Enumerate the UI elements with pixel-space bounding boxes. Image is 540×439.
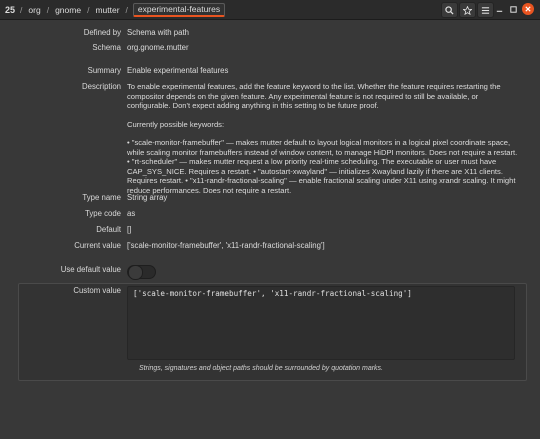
- path-separator: /: [46, 4, 50, 15]
- type-name-label: Type name: [82, 193, 121, 202]
- default-value: []: [127, 225, 132, 234]
- toggle-knob: [128, 265, 143, 280]
- current-value-value: ['scale-monitor-framebuffer', 'x11-randr…: [127, 241, 325, 250]
- path-segment-experimental-features[interactable]: experimental-features: [132, 2, 226, 17]
- custom-value-input[interactable]: ['scale-monitor-framebuffer', 'x11-randr…: [127, 286, 515, 360]
- breadcrumb: 25 / org / gnome / mutter / experimental…: [5, 2, 226, 17]
- description-paragraph: Currently possible keywords:: [127, 119, 225, 129]
- path-segment-org[interactable]: org: [27, 5, 41, 15]
- type-code-label: Type code: [85, 209, 121, 218]
- bookmark-button[interactable]: [459, 2, 476, 18]
- close-icon: [525, 6, 531, 12]
- description-label: Description: [82, 82, 121, 91]
- defined-by-value: Schema with path: [127, 28, 189, 37]
- minimize-button[interactable]: [492, 2, 507, 16]
- use-default-label: Use default value: [60, 265, 121, 274]
- custom-value-hint: Strings, signatures and object paths sho…: [139, 365, 383, 372]
- star-icon: [463, 5, 472, 15]
- type-code-value: as: [127, 209, 136, 218]
- header-bar: 25 / org / gnome / mutter / experimental…: [0, 0, 540, 20]
- custom-value-label: Custom value: [73, 286, 121, 295]
- path-separator: /: [125, 4, 128, 15]
- path-segment-mutter[interactable]: mutter: [94, 5, 120, 15]
- default-label: Default: [96, 225, 121, 234]
- use-default-toggle[interactable]: [127, 265, 156, 280]
- search-button[interactable]: [441, 2, 458, 18]
- description-paragraph: • "scale-monitor-framebuffer" — makes mu…: [127, 138, 518, 195]
- schema-label: Schema: [92, 43, 121, 52]
- path-segment-gnome[interactable]: gnome: [54, 5, 82, 15]
- summary-value: Enable experimental features: [127, 66, 229, 75]
- defined-by-label: Defined by: [83, 28, 121, 37]
- hamburger-menu-icon: [481, 6, 490, 14]
- maximize-icon: [510, 5, 517, 13]
- path-separator: /: [20, 4, 23, 15]
- minimize-icon: [496, 10, 503, 12]
- close-button[interactable]: [522, 3, 534, 15]
- schema-value: org.gnome.mutter: [127, 43, 189, 52]
- search-icon: [445, 5, 454, 15]
- current-value-label: Current value: [74, 241, 121, 250]
- maximize-button[interactable]: [506, 2, 521, 16]
- description-paragraph: To enable experimental features, add the…: [127, 82, 501, 110]
- root-button[interactable]: 25: [5, 5, 15, 15]
- summary-label: Summary: [87, 66, 121, 75]
- path-separator: /: [87, 4, 90, 15]
- description-text: To enable experimental features, add the…: [127, 82, 519, 204]
- type-name-value: String array: [127, 193, 168, 202]
